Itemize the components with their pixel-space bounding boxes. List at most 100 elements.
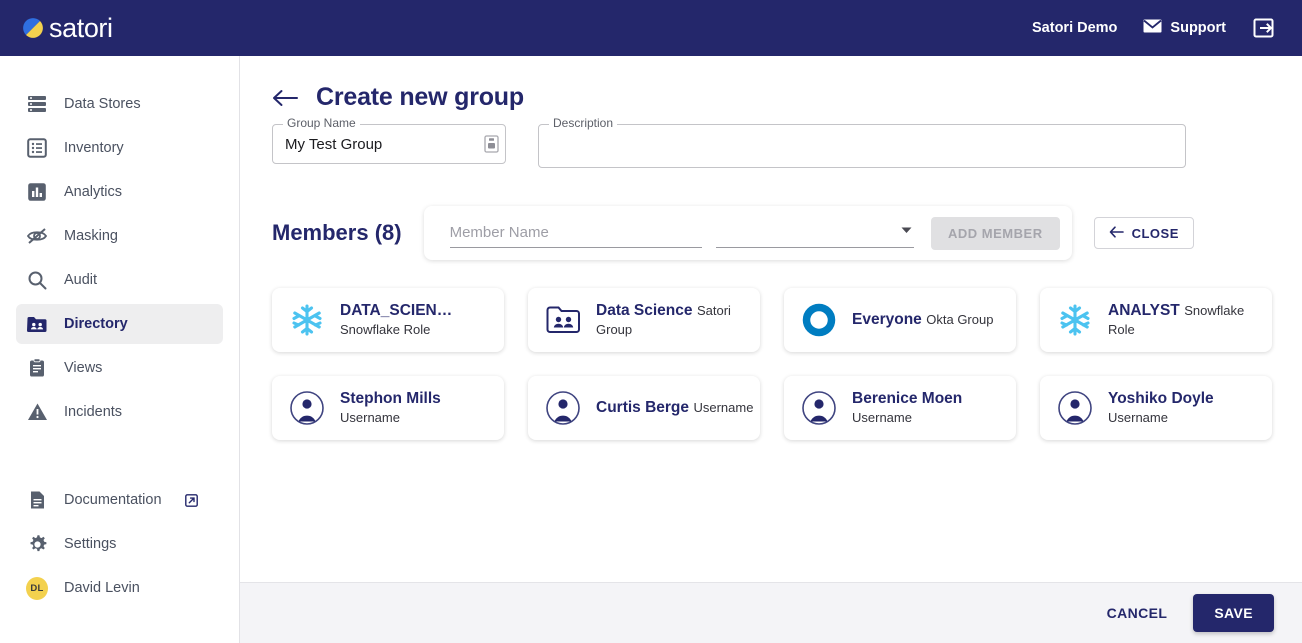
close-button[interactable]: CLOSE [1093, 217, 1194, 249]
member-type: Okta Group [926, 312, 994, 328]
mail-icon [1143, 19, 1162, 37]
member-type: Snowflake Role [340, 321, 431, 337]
user-avatar-icon [288, 389, 326, 427]
member-card[interactable]: Everyone Okta Group [784, 288, 1016, 352]
sidebar-item-label: Directory [64, 316, 128, 332]
user-avatar-icon [800, 389, 838, 427]
member-card-text: Everyone Okta Group [852, 310, 993, 329]
sidebar-primary-nav: Data Stores Inventory Analytics Masking … [0, 56, 239, 432]
sidebar-item-audit[interactable]: Audit [16, 260, 223, 300]
sidebar: Data Stores Inventory Analytics Masking … [0, 56, 240, 643]
user-avatar-icon [1056, 389, 1094, 427]
clipboard-icon[interactable] [484, 135, 499, 153]
satori-group-icon [544, 301, 582, 339]
group-name-input[interactable] [273, 135, 484, 153]
footer-action-bar: CANCEL SAVE [240, 582, 1302, 643]
members-toolbar: Members (8) ADD MEMBER CLOSE [272, 206, 1302, 260]
sidebar-item-masking[interactable]: Masking [16, 216, 223, 256]
member-name: Data Science [596, 302, 693, 320]
member-card-text: Yoshiko Doyle Username [1108, 389, 1272, 426]
save-button[interactable]: SAVE [1193, 594, 1274, 632]
sidebar-item-label: Audit [64, 272, 98, 288]
satori-logo-icon [22, 17, 44, 39]
group-name-field[interactable]: Group Name [272, 117, 506, 164]
sidebar-item-data-stores[interactable]: Data Stores [16, 84, 223, 124]
member-card[interactable]: ANALYST Snowflake Role [1040, 288, 1272, 352]
page-header: Create new group [272, 83, 1302, 112]
member-card[interactable]: Stephon Mills Username [272, 376, 504, 440]
add-member-button[interactable]: ADD MEMBER [931, 216, 1060, 250]
brand-name: satori [49, 12, 113, 43]
brand-logo[interactable]: satori [22, 12, 113, 43]
masking-icon [26, 225, 48, 247]
sidebar-item-analytics[interactable]: Analytics [16, 172, 223, 212]
support-link[interactable]: Support [1143, 19, 1226, 37]
support-label: Support [1170, 20, 1226, 36]
directory-icon [26, 313, 48, 335]
member-card[interactable]: Curtis Berge Username [528, 376, 760, 440]
member-type-select[interactable] [715, 218, 914, 248]
member-name-input[interactable] [449, 218, 702, 248]
member-name: Curtis Berge [596, 399, 690, 417]
member-name: Stephon Mills [340, 390, 441, 408]
member-card-text: DATA_SCIEN… Snowflake Role [340, 301, 504, 338]
member-card[interactable]: Yoshiko Doyle Username [1040, 376, 1272, 440]
account-name[interactable]: Satori Demo [1032, 20, 1117, 36]
external-link-icon [184, 493, 198, 507]
description-label: Description [549, 117, 618, 129]
members-heading: Members (8) [272, 220, 402, 245]
back-arrow-icon[interactable] [272, 88, 298, 108]
member-card-text: Stephon Mills Username [340, 389, 504, 426]
chevron-down-icon [901, 221, 912, 239]
audit-icon [26, 269, 48, 291]
sidebar-item-label: Documentation [64, 492, 162, 508]
member-name: Everyone [852, 311, 922, 329]
member-card-text: ANALYST Snowflake Role [1108, 301, 1272, 338]
user-avatar-icon [544, 389, 582, 427]
sidebar-item-documentation[interactable]: Documentation [16, 480, 223, 520]
sidebar-item-label: Masking [64, 228, 118, 244]
avatar-initials: DL [26, 576, 48, 600]
sidebar-item-label: Data Stores [64, 96, 141, 112]
members-card-grid: DATA_SCIEN… Snowflake Role Data Science … [272, 288, 1302, 440]
user-name-label: David Levin [64, 580, 140, 596]
sidebar-item-user-profile[interactable]: DL David Levin [16, 568, 223, 608]
member-name: DATA_SCIEN… [340, 302, 453, 320]
inventory-icon [26, 137, 48, 159]
views-icon [26, 357, 48, 379]
sidebar-item-directory[interactable]: Directory [16, 304, 223, 344]
member-name: ANALYST [1108, 302, 1180, 320]
member-card-text: Data Science Satori Group [596, 301, 760, 338]
member-type: Username [693, 400, 754, 416]
logout-icon[interactable] [1252, 16, 1276, 40]
sidebar-item-settings[interactable]: Settings [16, 524, 223, 564]
add-member-panel: ADD MEMBER [423, 206, 1072, 260]
main-content: Create new group Group Name Description … [240, 56, 1302, 582]
snowflake-icon [288, 301, 326, 339]
group-form-fields: Group Name Description [272, 117, 1302, 168]
cancel-button[interactable]: CANCEL [1093, 595, 1182, 631]
analytics-icon [26, 181, 48, 203]
member-type: Username [340, 409, 400, 425]
description-field[interactable]: Description [538, 117, 1186, 168]
member-card[interactable]: Data Science Satori Group [528, 288, 760, 352]
sidebar-item-inventory[interactable]: Inventory [16, 128, 223, 168]
header-actions: Satori Demo Support [1032, 16, 1276, 40]
incidents-icon [26, 401, 48, 423]
member-card[interactable]: Berenice Moen Username [784, 376, 1016, 440]
member-card-text: Curtis Berge Username [596, 398, 753, 417]
page-title: Create new group [316, 83, 524, 111]
okta-icon [800, 301, 838, 339]
sidebar-item-label: Settings [64, 536, 117, 552]
member-card[interactable]: DATA_SCIEN… Snowflake Role [272, 288, 504, 352]
sidebar-item-incidents[interactable]: Incidents [16, 392, 223, 432]
group-name-label: Group Name [283, 117, 360, 129]
sidebar-item-label: Views [64, 360, 103, 376]
arrow-left-icon [1109, 225, 1124, 241]
snowflake-icon [1056, 301, 1094, 339]
sidebar-item-views[interactable]: Views [16, 348, 223, 388]
member-type: Username [1108, 409, 1168, 425]
avatar: DL [26, 576, 48, 600]
member-name: Berenice Moen [852, 390, 963, 408]
top-header-bar: satori Satori Demo Support [0, 0, 1302, 56]
